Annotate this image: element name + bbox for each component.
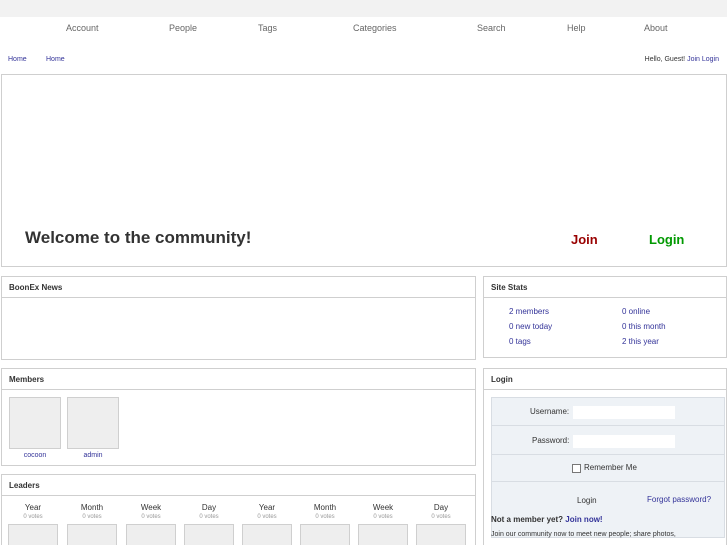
forgot-password-link[interactable]: Forgot password? <box>647 495 711 504</box>
username-label: Username: <box>530 407 570 416</box>
guest-bar: Hello, Guest! Join Login <box>645 56 719 63</box>
member-card[interactable]: admin <box>67 397 119 459</box>
leader-votes: 0 votes <box>257 514 277 520</box>
leader-thumbnail[interactable] <box>8 524 58 545</box>
leader-votes: 0 votes <box>373 514 393 520</box>
site-stats-box: Site Stats 2 members 0 online 0 new toda… <box>483 276 727 358</box>
welcome-title: Welcome to the community! <box>25 228 252 247</box>
breadcrumb-home-link[interactable]: Home <box>8 56 27 63</box>
leader-thumbnail[interactable] <box>416 524 466 545</box>
leader-period: Week <box>372 503 394 512</box>
join-now-link[interactable]: Join now! <box>565 515 602 524</box>
leader-votes: 0 votes <box>199 514 219 520</box>
leader-column: Week 0 votes <box>126 503 176 545</box>
leader-period: Month <box>80 503 104 512</box>
leader-votes: 0 votes <box>23 514 43 520</box>
leader-period: Day <box>433 503 449 512</box>
members-title: Members <box>2 369 475 390</box>
leader-column: Month 0 votes <box>67 503 117 545</box>
stat-members[interactable]: 2 members <box>509 307 549 316</box>
menu-item-help[interactable]: Help <box>567 23 586 33</box>
leader-column: Day 0 votes <box>416 503 466 545</box>
leader-votes: 0 votes <box>315 514 335 520</box>
leader-period: Week <box>140 503 162 512</box>
password-label: Password: <box>532 436 570 445</box>
members-box: Members cocoon admin <box>1 368 476 466</box>
guest-greeting: Hello, Guest! <box>644 56 686 63</box>
password-row: Password: <box>492 426 724 455</box>
leader-period: Day <box>201 503 217 512</box>
leader-votes: 0 votes <box>431 514 451 520</box>
leader-thumbnail[interactable] <box>67 524 117 545</box>
login-box-title: Login <box>484 369 726 390</box>
site-stats-title: Site Stats <box>484 277 726 298</box>
leader-votes: 0 votes <box>82 514 102 520</box>
menu-item-people[interactable]: People <box>169 23 197 33</box>
main-menu: Account People Tags Categories Search He… <box>0 17 727 39</box>
leader-thumbnail[interactable] <box>358 524 408 545</box>
member-thumbnail[interactable] <box>9 397 61 449</box>
remember-me-checkbox[interactable] <box>572 464 581 473</box>
leader-column: Day 0 votes <box>184 503 234 545</box>
leaders-box: Leaders Year 0 votes Month 0 votes Week … <box>1 474 476 545</box>
stat-tags[interactable]: 0 tags <box>509 337 531 346</box>
remember-row: Remember Me <box>492 455 724 482</box>
breadcrumb-current: Home <box>46 56 65 63</box>
login-box: Login Username: Password: Remember Me Lo… <box>483 368 727 545</box>
leader-period: Year <box>258 503 276 512</box>
news-box: BoonEx News <box>1 276 476 360</box>
banner-login-button[interactable]: Login <box>649 232 684 247</box>
remember-me-label: Remember Me <box>584 463 637 472</box>
login-submit-button[interactable]: Login <box>577 496 597 505</box>
not-member-text: Not a member yet? <box>491 515 564 524</box>
username-row: Username: <box>492 398 724 426</box>
welcome-banner: Welcome to the community! Join Login <box>1 74 727 267</box>
stat-new-today[interactable]: 0 new today <box>509 322 552 331</box>
menu-item-tags[interactable]: Tags <box>258 23 277 33</box>
leader-votes: 0 votes <box>141 514 161 520</box>
top-strip <box>0 0 727 17</box>
stat-this-month[interactable]: 0 this month <box>622 322 666 331</box>
member-name[interactable]: cocoon <box>9 452 61 459</box>
guest-join-link[interactable]: Join <box>687 56 700 63</box>
password-input[interactable] <box>573 435 675 448</box>
leader-thumbnail[interactable] <box>242 524 292 545</box>
menu-item-categories[interactable]: Categories <box>353 23 397 33</box>
stat-this-year[interactable]: 2 this year <box>622 337 659 346</box>
leader-thumbnail[interactable] <box>184 524 234 545</box>
guest-login-link[interactable]: Login <box>702 56 719 63</box>
menu-item-account[interactable]: Account <box>66 23 99 33</box>
leaders-title: Leaders <box>2 475 475 496</box>
leader-thumbnail[interactable] <box>126 524 176 545</box>
leader-column: Month 0 votes <box>300 503 350 545</box>
leader-column: Year 0 votes <box>242 503 292 545</box>
leader-period: Year <box>24 503 42 512</box>
news-box-title: BoonEx News <box>2 277 475 298</box>
menu-item-search[interactable]: Search <box>477 23 506 33</box>
menu-item-about[interactable]: About <box>644 23 668 33</box>
leader-thumbnail[interactable] <box>300 524 350 545</box>
stat-online[interactable]: 0 online <box>622 307 650 316</box>
join-description: Join our community now to meet new peopl… <box>491 531 676 538</box>
banner-join-button[interactable]: Join <box>571 232 598 247</box>
member-name[interactable]: admin <box>67 452 119 459</box>
username-input[interactable] <box>573 406 675 419</box>
member-card[interactable]: cocoon <box>9 397 61 459</box>
leader-column: Year 0 votes <box>8 503 58 545</box>
member-thumbnail[interactable] <box>67 397 119 449</box>
leader-period: Month <box>313 503 337 512</box>
not-member-line: Not a member yet? Join now! <box>491 515 603 524</box>
leader-column: Week 0 votes <box>358 503 408 545</box>
